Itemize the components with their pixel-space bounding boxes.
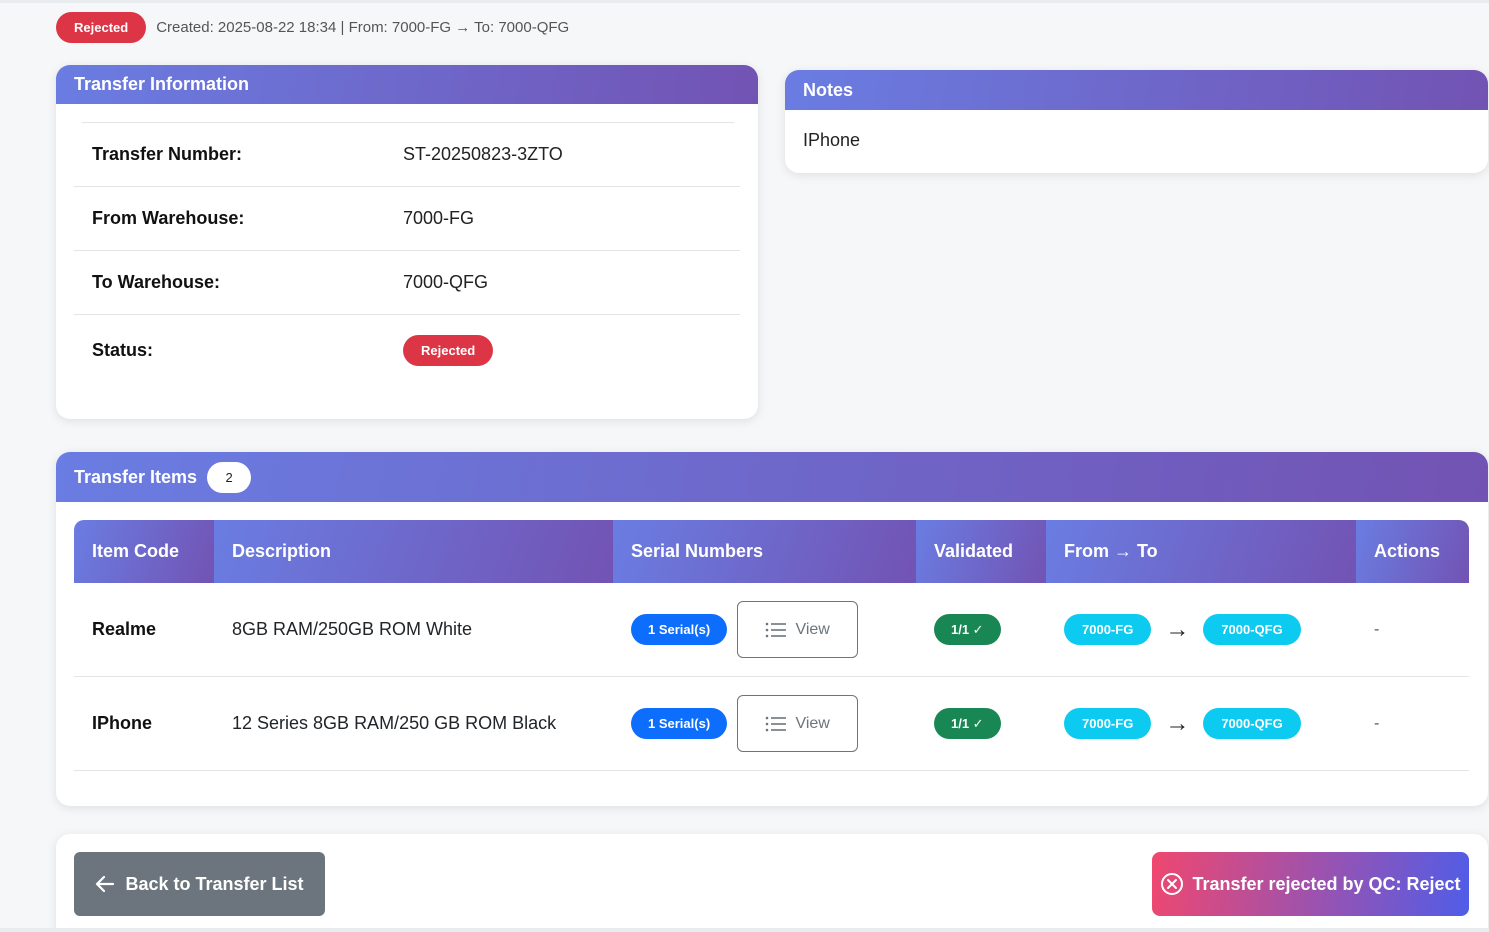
item-code: Realme	[92, 619, 157, 639]
column-header-validated: Validated	[916, 520, 1046, 583]
footer-card: Back to Transfer List Transfer rejected …	[56, 834, 1488, 932]
status-row: Rejected Created: 2025-08-22 18:34 | Fro…	[56, 12, 569, 43]
info-label: Status:	[92, 339, 154, 360]
column-header-from-to: From → To	[1046, 520, 1356, 583]
to-warehouse-value: 7000-QFG	[403, 272, 489, 292]
top-divider	[0, 0, 1489, 3]
bottom-divider	[0, 928, 1489, 932]
column-header-serial-numbers: Serial Numbers	[613, 520, 916, 583]
item-description: 8GB RAM/250GB ROM White	[232, 619, 473, 639]
column-header-item-code: Item Code	[74, 520, 214, 583]
transfer-number-value: ST-20250823-3ZTO	[403, 144, 563, 164]
view-serials-button[interactable]: View	[737, 601, 859, 658]
from-warehouse-value: 7000-FG	[403, 208, 475, 228]
view-serials-button[interactable]: View	[737, 695, 859, 752]
view-label: View	[795, 714, 830, 732]
actions-placeholder: -	[1374, 620, 1380, 638]
transfer-items-card: Transfer Items 2 Item Code Description S…	[56, 452, 1488, 806]
list-icon	[766, 622, 787, 637]
item-code: IPhone	[92, 713, 153, 733]
column-header-description: Description	[214, 520, 613, 583]
back-to-transfer-list-button[interactable]: Back to Transfer List	[74, 852, 325, 916]
transfer-items-header: Transfer Items 2	[56, 452, 1488, 502]
table-row: Realme 8GB RAM/250GB ROM White 1 Serial(…	[74, 583, 1469, 677]
arrow-right-icon: →	[1165, 709, 1190, 737]
notes-header: Notes	[785, 70, 1488, 110]
notes-card: Notes IPhone	[785, 70, 1488, 173]
table-row: IPhone 12 Series 8GB RAM/250 GB ROM Blac…	[74, 677, 1469, 771]
notes-text: IPhone	[803, 130, 861, 150]
items-count-badge: 2	[207, 461, 252, 493]
info-label: From Warehouse:	[92, 208, 245, 228]
actions-placeholder: -	[1374, 714, 1380, 732]
info-row-transfer-number: Transfer Number: ST-20250823-3ZTO	[74, 123, 740, 187]
serial-count-badge: 1 Serial(s)	[631, 614, 728, 645]
rejected-label: Transfer rejected by QC: Reject	[1192, 873, 1461, 894]
validated-badge: 1/1 ✓	[934, 614, 1001, 645]
arrow-right-icon: →	[1165, 615, 1190, 643]
info-label: To Warehouse:	[92, 272, 221, 292]
to-warehouse-badge: 7000-QFG	[1203, 614, 1301, 645]
to-warehouse-badge: 7000-QFG	[1203, 708, 1301, 739]
arrow-left-icon	[96, 875, 115, 893]
transfer-meta: Created: 2025-08-22 18:34 | From: 7000-F…	[156, 19, 570, 36]
x-circle-icon	[1161, 873, 1184, 895]
back-label: Back to Transfer List	[125, 873, 304, 894]
serial-count-badge: 1 Serial(s)	[631, 708, 728, 739]
info-row-from-warehouse: From Warehouse: 7000-FG	[74, 187, 740, 251]
transfer-rejected-button[interactable]: Transfer rejected by QC: Reject	[1152, 852, 1469, 916]
transfer-items-title: Transfer Items	[74, 466, 198, 487]
from-warehouse-badge: 7000-FG	[1064, 708, 1152, 739]
info-label: Transfer Number:	[92, 144, 243, 164]
status-badge: Rejected	[56, 12, 147, 43]
transfer-information-card: Transfer Information Transfer Number: ST…	[56, 65, 758, 419]
validated-badge: 1/1 ✓	[934, 708, 1001, 739]
column-header-actions: Actions	[1356, 520, 1469, 583]
info-row-status: Status: Rejected	[74, 315, 740, 385]
info-row-to-warehouse: To Warehouse: 7000-QFG	[74, 251, 740, 315]
list-icon	[766, 716, 787, 731]
items-table: Item Code Description Serial Numbers Val…	[74, 520, 1469, 771]
status-value-badge: Rejected	[403, 334, 494, 366]
view-label: View	[795, 620, 830, 638]
table-header: Item Code Description Serial Numbers Val…	[74, 520, 1469, 583]
from-warehouse-badge: 7000-FG	[1064, 614, 1152, 645]
transfer-information-table: Transfer Number: ST-20250823-3ZTO From W…	[74, 123, 740, 385]
transfer-information-header: Transfer Information	[56, 65, 758, 104]
item-description: 12 Series 8GB RAM/250 GB ROM Black	[232, 713, 557, 733]
